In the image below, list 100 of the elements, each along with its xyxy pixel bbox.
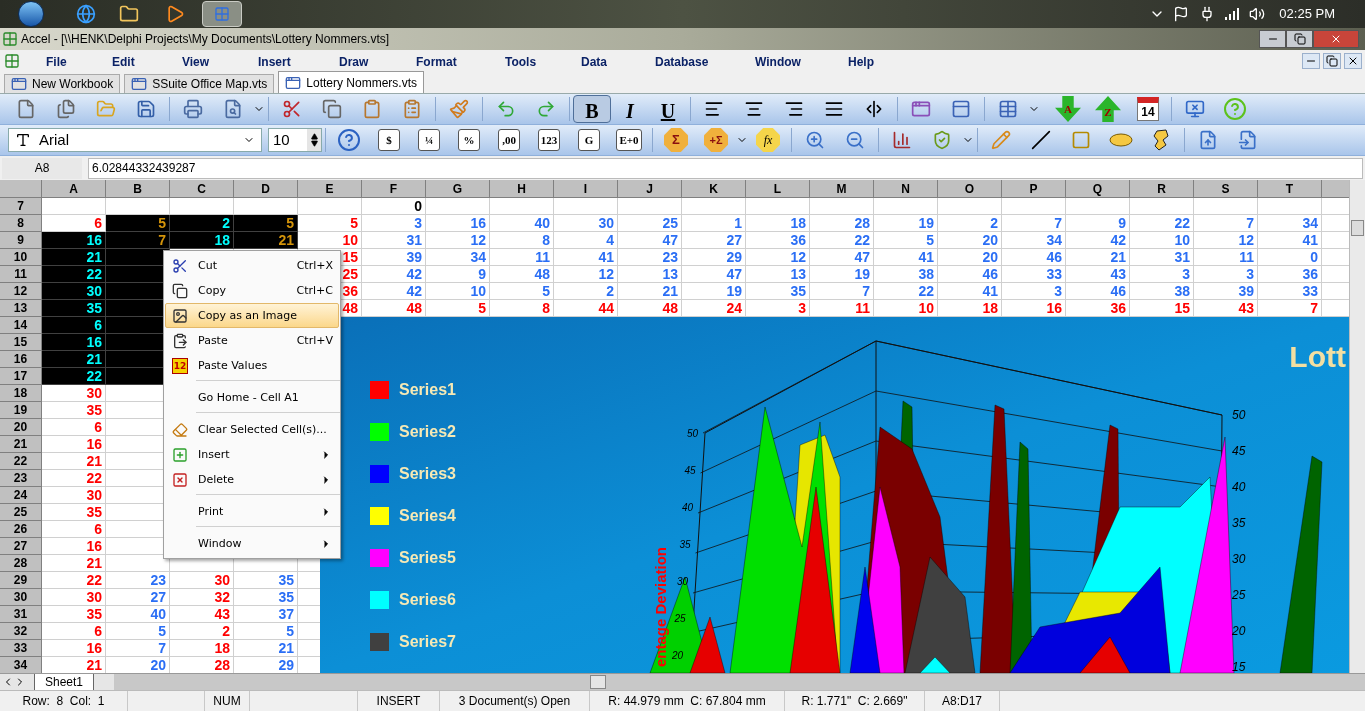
number-format-button[interactable]: 123 xyxy=(537,129,561,151)
file-right-icon[interactable] xyxy=(1238,130,1258,150)
row-header[interactable]: 32 xyxy=(0,623,42,640)
bold-button[interactable]: B xyxy=(573,95,611,123)
play-icon[interactable] xyxy=(165,4,185,24)
row-header[interactable]: 30 xyxy=(0,589,42,606)
row-header[interactable]: 9 xyxy=(0,232,42,249)
menu-item[interactable]: Tools xyxy=(505,54,537,69)
menu-item[interactable]: Draw xyxy=(339,54,369,69)
vertical-scrollbar[interactable] xyxy=(1349,180,1365,673)
row-header[interactable]: 7 xyxy=(0,198,42,215)
document-tab[interactable]: Lottery Nommers.vts xyxy=(278,71,424,93)
document-tab[interactable]: New Workbook xyxy=(4,74,121,93)
column-header[interactable]: S xyxy=(1194,180,1258,198)
volume-icon[interactable] xyxy=(1249,6,1266,22)
align-right-icon[interactable] xyxy=(784,99,804,119)
row-header[interactable]: 22 xyxy=(0,453,42,470)
freeform-shape-icon[interactable] xyxy=(1152,129,1170,151)
column-header[interactable]: E xyxy=(298,180,362,198)
column-header[interactable]: L xyxy=(746,180,810,198)
print-preview-icon[interactable] xyxy=(223,99,243,119)
scrollbar-thumb[interactable] xyxy=(1351,220,1364,236)
row-header[interactable]: 17 xyxy=(0,368,42,385)
align-center-icon[interactable] xyxy=(744,99,764,119)
column-header[interactable]: H xyxy=(490,180,554,198)
currency-button[interactable]: $ xyxy=(378,129,400,151)
column-header[interactable]: B xyxy=(106,180,170,198)
row-header[interactable]: 27 xyxy=(0,538,42,555)
row-header[interactable]: 15 xyxy=(0,334,42,351)
menu-item[interactable]: Format xyxy=(416,54,457,69)
scrollbar-thumb[interactable] xyxy=(590,675,607,689)
function-button[interactable]: fx xyxy=(756,128,780,152)
clock[interactable]: 02:25 PM xyxy=(1279,4,1335,24)
row-header[interactable]: 8 xyxy=(0,215,42,232)
menu-item[interactable]: File xyxy=(46,54,67,69)
percent-button[interactable]: % xyxy=(458,129,480,151)
brush-icon[interactable] xyxy=(449,99,469,119)
undo-icon[interactable] xyxy=(496,99,516,119)
redo-icon[interactable] xyxy=(536,99,556,119)
start-orb-icon[interactable] xyxy=(18,1,44,27)
flag-icon[interactable] xyxy=(1173,6,1190,22)
cell-reference-field[interactable]: A8 xyxy=(2,157,82,179)
row-header[interactable]: 23 xyxy=(0,470,42,487)
pencil-icon[interactable] xyxy=(991,130,1011,150)
row-header[interactable]: 24 xyxy=(0,487,42,504)
minimize-button[interactable] xyxy=(1259,30,1286,48)
column-header[interactable]: P xyxy=(1002,180,1066,198)
menu-item[interactable]: Window xyxy=(755,54,801,69)
underline-button[interactable]: U xyxy=(649,95,687,123)
font-size-field[interactable]: 10 xyxy=(268,128,322,152)
file-up-icon[interactable] xyxy=(1198,130,1218,150)
row-header[interactable]: 28 xyxy=(0,555,42,572)
row-header[interactable]: 25 xyxy=(0,504,42,521)
document-tab[interactable]: SSuite Office Map.vts xyxy=(124,74,275,93)
app-icon[interactable] xyxy=(4,52,20,69)
column-header[interactable]: R xyxy=(1130,180,1194,198)
signal-icon[interactable] xyxy=(1225,8,1240,20)
monitor-error-icon[interactable] xyxy=(1185,99,1205,119)
row-header[interactable]: 29 xyxy=(0,572,42,589)
printer-icon[interactable] xyxy=(183,99,203,119)
help-add-icon[interactable] xyxy=(337,128,361,152)
row-header[interactable]: 18 xyxy=(0,385,42,402)
justify-icon[interactable] xyxy=(824,99,844,119)
row-header[interactable]: 26 xyxy=(0,521,42,538)
merge-cells-icon[interactable] xyxy=(864,99,884,119)
windows-icon[interactable] xyxy=(911,99,931,119)
column-header[interactable]: G xyxy=(426,180,490,198)
row-header[interactable]: 11 xyxy=(0,266,42,283)
copy-icon[interactable] xyxy=(322,99,342,119)
formula-field[interactable]: 6.02844332439287 xyxy=(88,157,1363,179)
column-header[interactable]: J xyxy=(618,180,682,198)
save-icon[interactable] xyxy=(136,99,156,119)
column-header[interactable]: F xyxy=(362,180,426,198)
column-header[interactable]: Q xyxy=(1066,180,1130,198)
font-select[interactable]: Arial xyxy=(8,128,262,152)
menu-item[interactable]: Database xyxy=(655,54,709,69)
column-header[interactable]: T xyxy=(1258,180,1322,198)
restore-button[interactable] xyxy=(1286,30,1313,48)
row-header[interactable]: 21 xyxy=(0,436,42,453)
menu-item[interactable]: View xyxy=(182,54,210,69)
column-header[interactable]: A xyxy=(42,180,106,198)
mdi-close-button[interactable] xyxy=(1344,52,1362,69)
autosum-plus-button[interactable]: +Σ xyxy=(704,128,728,152)
mdi-minimize-button[interactable] xyxy=(1302,52,1320,69)
new-file-icon[interactable] xyxy=(16,99,36,119)
row-header[interactable]: 14 xyxy=(0,317,42,334)
row-header[interactable]: 19 xyxy=(0,402,42,419)
column-header[interactable]: K xyxy=(682,180,746,198)
row-header[interactable]: 34 xyxy=(0,657,42,673)
horizontal-scrollbar[interactable] xyxy=(114,674,1365,690)
row-header[interactable]: 10 xyxy=(0,249,42,266)
browser-icon[interactable] xyxy=(76,4,96,24)
form-icon[interactable] xyxy=(951,99,971,119)
row-header[interactable]: 31 xyxy=(0,606,42,623)
paste-special-icon[interactable] xyxy=(402,99,422,119)
column-header[interactable]: I xyxy=(554,180,618,198)
calendar-button[interactable]: 14 xyxy=(1137,97,1159,121)
row-header[interactable]: 13 xyxy=(0,300,42,317)
rectangle-icon[interactable] xyxy=(1071,130,1091,150)
table-icon[interactable] xyxy=(998,99,1018,119)
